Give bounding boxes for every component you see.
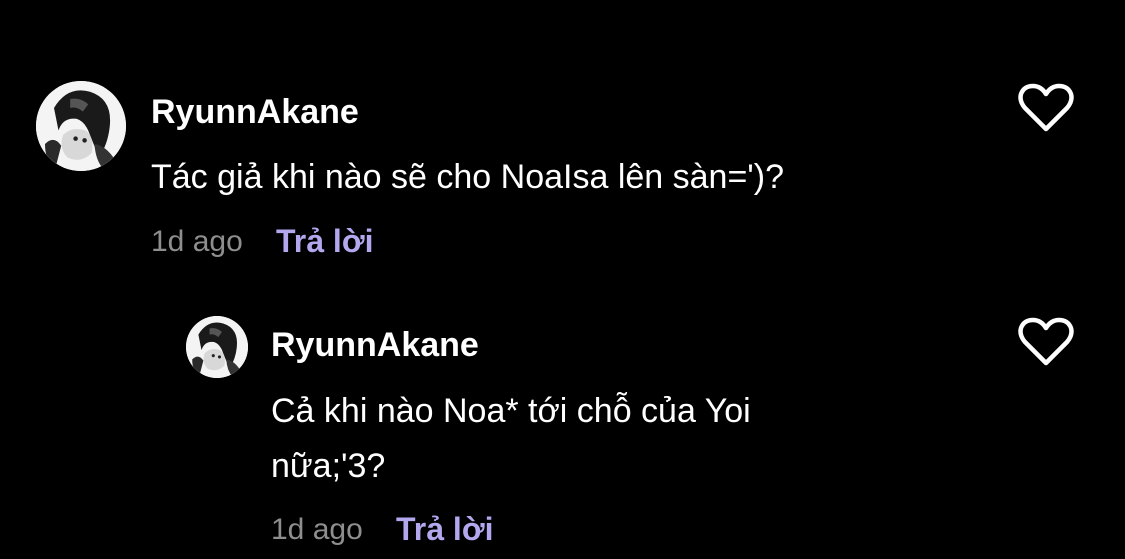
comment-like-button[interactable] xyxy=(1017,82,1075,134)
reply-reply-button[interactable]: Trả lời xyxy=(396,510,493,548)
comment-text: Tác giả khi nào sẽ cho NoaIsa lên sàn=')… xyxy=(151,158,785,196)
comment-reply-button[interactable]: Trả lời xyxy=(276,222,373,260)
reply-text-line1: Cả khi nào Noa* tới chỗ của Yoi xyxy=(271,392,751,430)
user-avatar-icon xyxy=(36,81,126,171)
comment-username[interactable]: RyunnAkane xyxy=(151,92,359,132)
reply-like-button[interactable] xyxy=(1017,316,1075,368)
comment-avatar[interactable] xyxy=(36,81,126,171)
heart-outline-icon xyxy=(1018,83,1074,132)
reply-username[interactable]: RyunnAkane xyxy=(271,325,479,365)
comments-thread: RyunnAkane Tác giả khi nào sẽ cho NoaIsa… xyxy=(0,0,1125,559)
reply-text-line2: nữa;'3? xyxy=(271,447,386,485)
user-avatar-icon xyxy=(186,316,248,378)
reply-avatar[interactable] xyxy=(186,316,248,378)
comment-timestamp: 1d ago xyxy=(151,225,243,258)
heart-outline-icon xyxy=(1018,317,1074,366)
reply-timestamp: 1d ago xyxy=(271,513,363,546)
